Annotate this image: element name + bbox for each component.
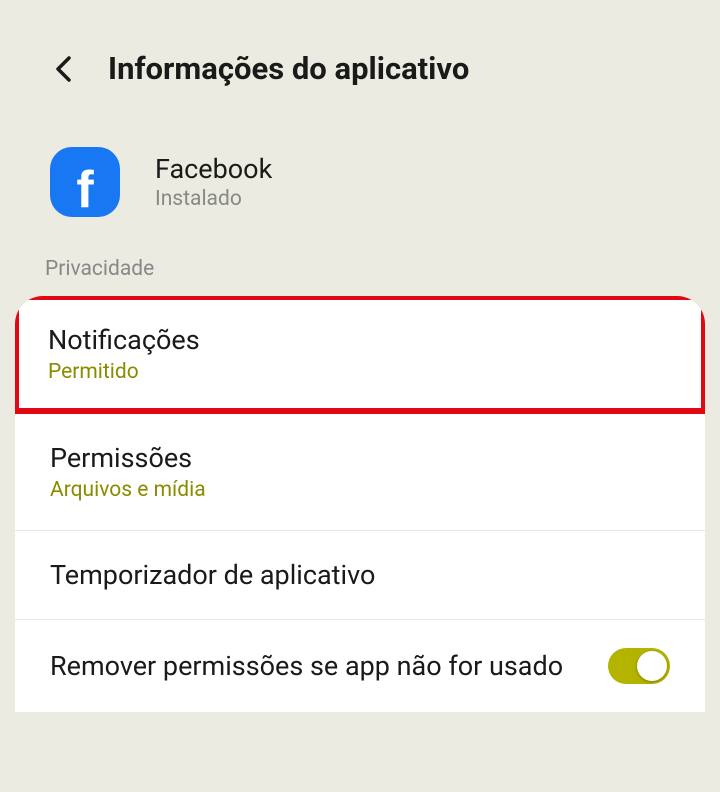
app-status: Instalado — [155, 187, 272, 211]
setting-title: Notificações — [48, 324, 200, 356]
back-icon[interactable] — [50, 55, 78, 83]
toggle-knob — [637, 651, 667, 681]
section-label: Privacidade — [0, 257, 720, 296]
page-title: Informações do aplicativo — [108, 50, 469, 87]
app-info: f Facebook Instalado — [0, 117, 720, 257]
setting-remove-permissions[interactable]: Remover permissões se app não for usado — [15, 620, 705, 712]
facebook-icon: f — [50, 147, 120, 217]
setting-timer[interactable]: Temporizador de aplicativo — [15, 531, 705, 620]
setting-title: Permissões — [50, 442, 206, 474]
settings-card: Notificações Permitido Permissões Arquiv… — [15, 296, 705, 712]
header: Informações do aplicativo — [0, 0, 720, 117]
setting-title: Temporizador de aplicativo — [50, 559, 375, 591]
setting-notifications[interactable]: Notificações Permitido — [15, 296, 705, 414]
setting-permissions[interactable]: Permissões Arquivos e mídia — [15, 414, 705, 531]
app-details: Facebook Instalado — [155, 153, 272, 211]
app-name: Facebook — [155, 153, 272, 185]
setting-subtitle: Permitido — [48, 360, 200, 384]
toggle-switch[interactable] — [608, 648, 670, 684]
setting-title: Remover permissões se app não for usado — [50, 650, 563, 682]
setting-subtitle: Arquivos e mídia — [50, 478, 206, 502]
